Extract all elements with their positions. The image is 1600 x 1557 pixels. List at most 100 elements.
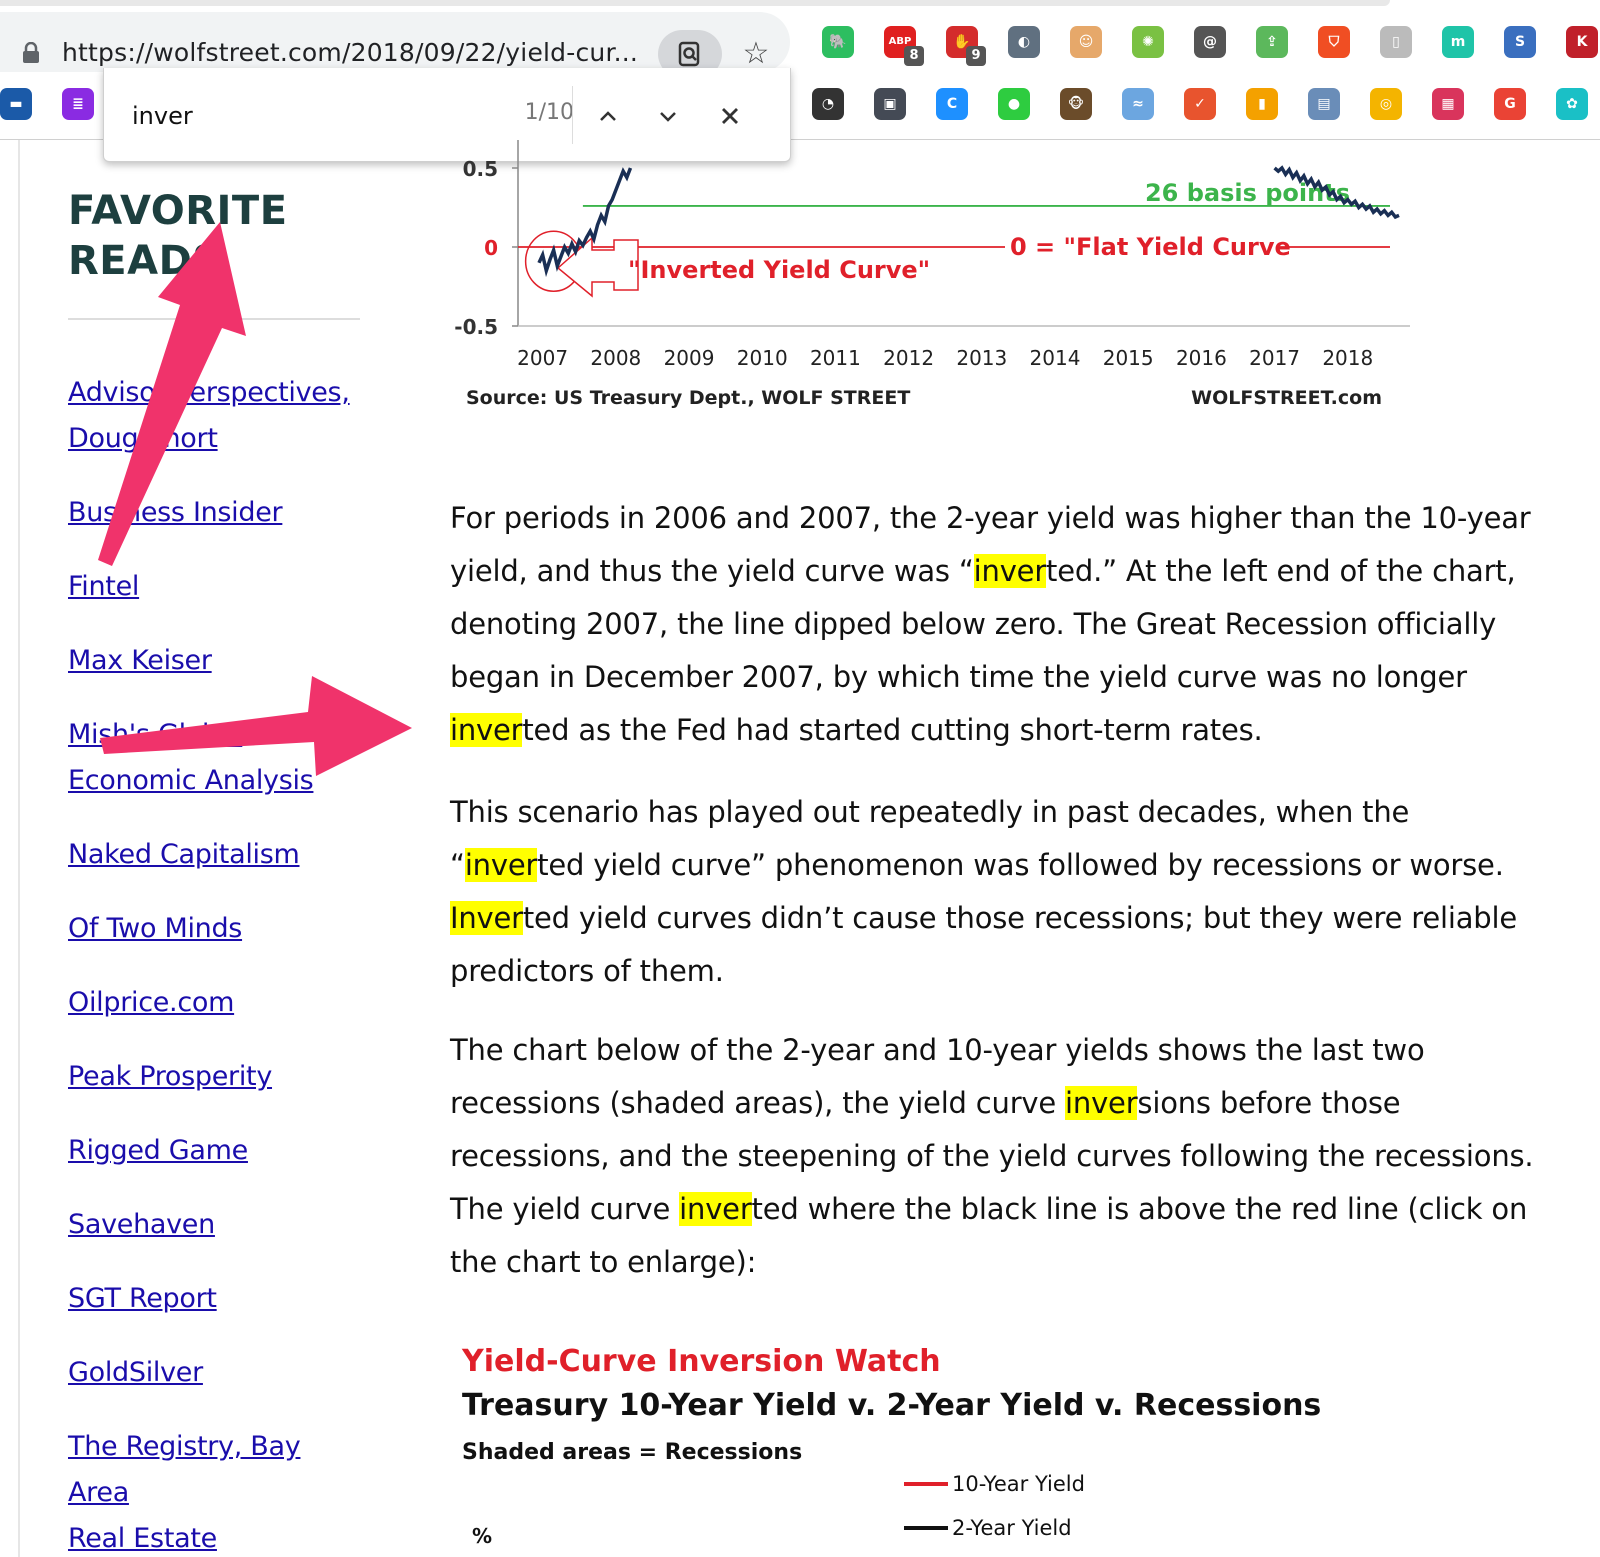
chrome-icon[interactable]: ◎: [1370, 88, 1402, 120]
find-divider: [572, 86, 573, 144]
color-wheel-icon[interactable]: ✺: [1132, 26, 1164, 58]
sidebar-link-text: Business Insider: [68, 497, 283, 528]
sidebar-title-line: FAVORITE: [68, 188, 288, 234]
check-icon[interactable]: ✓: [1184, 88, 1216, 120]
sidebar-link[interactable]: Naked Capitalism: [68, 832, 368, 878]
paragraph-text: ted as the Fed had started cutting short…: [522, 713, 1263, 747]
sidebar-link-text: Fintel: [68, 571, 140, 602]
x-tick-label: 2016: [1176, 346, 1227, 370]
sidebar-link-text: Peak Prosperity: [68, 1061, 273, 1092]
x-tick-label: 2009: [664, 346, 715, 370]
green-arrow-icon[interactable]: ⇪: [1256, 26, 1288, 58]
x-tick-label: 2018: [1322, 346, 1373, 370]
x-tick-label: 2014: [1030, 346, 1081, 370]
s-icon[interactable]: S: [1504, 26, 1536, 58]
legend-swatch: [904, 1526, 948, 1530]
sidebar-link[interactable]: Mish's Global Economic Analysis: [68, 712, 368, 804]
sidebar-link[interactable]: Peak Prosperity: [68, 1054, 368, 1100]
x-tick-label: 2010: [737, 346, 788, 370]
yield-spread-chart[interactable]: 0.5 0 -0.5 2007 2008 2009 2010 2011 2012 2013 2014…: [440, 140, 1420, 430]
bookmark-star-icon[interactable]: ☆: [738, 36, 774, 72]
sidebar-link[interactable]: Max Keiser: [68, 638, 368, 684]
y-axis-unit: %: [472, 1524, 493, 1548]
green-dot-icon[interactable]: ●: [998, 88, 1030, 120]
paragraph-text: ted yield curve” phenomenon was followed…: [537, 848, 1504, 882]
page-border: [18, 140, 20, 1557]
face-icon[interactable]: ☺: [1070, 26, 1102, 58]
x-tick-label: 2007: [517, 346, 568, 370]
find-close-button[interactable]: [708, 94, 752, 138]
sidebar-link-text: Doug Short: [68, 423, 218, 454]
teal-circle-icon[interactable]: m: [1442, 26, 1474, 58]
search-icon: [678, 41, 700, 67]
legend-swatch: [904, 1482, 948, 1486]
sidebar-link[interactable]: SGT Report: [68, 1276, 368, 1322]
x-tick-label: 2013: [956, 346, 1007, 370]
sidebar-link[interactable]: Oilprice.com: [68, 980, 368, 1026]
briefcase-icon[interactable]: ▤: [1308, 88, 1340, 120]
extension-badge: 9: [966, 46, 986, 66]
sidebar-link-text: Rigged Game: [68, 1135, 248, 1166]
sidebar-link-text: GoldSilver: [68, 1357, 203, 1388]
find-previous-button[interactable]: [586, 94, 630, 138]
document-icon[interactable]: ▯: [1380, 26, 1412, 58]
color-grid-icon[interactable]: ▦: [1432, 88, 1464, 120]
sidebar-link[interactable]: GoldSilver: [68, 1350, 368, 1396]
sidebar-link-text: Real Estate: [68, 1523, 217, 1554]
adblock-icon[interactable]: ABP 8: [884, 26, 924, 66]
sidebar-link[interactable]: Fintel: [68, 564, 368, 610]
legend-label: 10-Year Yield: [952, 1472, 1085, 1496]
half-moon-icon[interactable]: ◐: [1008, 26, 1040, 58]
url-text[interactable]: https://wolfstreet.com/2018/09/22/yield-…: [62, 38, 638, 67]
search-highlight: inver: [464, 848, 538, 882]
extension-badge: 8: [904, 46, 924, 66]
reference-line-label: 0 = "Flat Yield Curve: [1010, 233, 1291, 261]
find-next-button[interactable]: [646, 94, 690, 138]
chart-brand: WOLFSTREET.com: [1191, 387, 1382, 409]
sidebar-link-text: SGT Report: [68, 1283, 217, 1314]
bar-chart-icon[interactable]: ▮: [1246, 88, 1278, 120]
stop-hand-icon[interactable]: ✋ 9: [946, 26, 986, 66]
sidebar-link-text: Economic Analysis: [68, 765, 314, 796]
inversion-annotation: "Inverted Yield Curve": [628, 256, 930, 284]
find-input[interactable]: [132, 98, 462, 134]
mailchimp-icon[interactable]: 🐵: [1060, 88, 1092, 120]
save-icon[interactable]: ▣: [874, 88, 906, 120]
shield-icon[interactable]: ⛉: [1318, 26, 1350, 58]
chevron-up-icon: [600, 111, 616, 121]
y-tick-label: 0: [484, 236, 498, 260]
sidebar-link[interactable]: Savehaven: [68, 1202, 368, 1248]
search-highlight: inver: [1065, 1086, 1138, 1120]
address-bar[interactable]: https://wolfstreet.com/2018/09/22/yield-…: [0, 12, 790, 78]
sidebar-title: FAVORITE READS: [68, 186, 288, 286]
bank-icon[interactable]: ▬: [0, 88, 32, 120]
search-highlight: inver: [450, 713, 523, 747]
legend-item-10-year: 10-Year Yield: [904, 1472, 1085, 1496]
x-tick-label: 2012: [883, 346, 934, 370]
c-icon[interactable]: C: [936, 88, 968, 120]
search-highlight: inver: [973, 554, 1047, 588]
sidebar-link-text: The Registry, Bay Area: [68, 1431, 301, 1508]
rss-icon[interactable]: ≈: [1122, 88, 1154, 120]
close-icon: [722, 108, 738, 124]
swirl-icon[interactable]: ✿: [1556, 88, 1588, 120]
sidebar-link[interactable]: The Registry, Bay Area Real Estate: [68, 1424, 368, 1557]
gauge-icon[interactable]: ◔: [812, 88, 844, 120]
evernote-icon[interactable]: 🐘: [822, 26, 854, 58]
chart-title: Yield-Curve Inversion Watch: [462, 1344, 941, 1379]
legend-label: 2-Year Yield: [952, 1516, 1072, 1540]
sidebar-link[interactable]: Of Two Minds: [68, 906, 368, 952]
at-sign-icon[interactable]: @: [1194, 26, 1226, 58]
sidebar-divider: [68, 318, 360, 320]
chart-subtitle: Treasury 10-Year Yield v. 2-Year Yield v…: [462, 1388, 1322, 1423]
sidebar-link[interactable]: Rigged Game: [68, 1128, 368, 1174]
k-icon[interactable]: K: [1566, 26, 1598, 58]
lock-icon: [23, 42, 39, 63]
sidebar-link-text: Mish's Global: [68, 719, 243, 750]
chevron-down-icon: [660, 112, 676, 122]
sidebar-link[interactable]: Business Insider: [68, 490, 368, 536]
sidebar-link[interactable]: Advisor Perspectives, Doug Short: [68, 370, 368, 462]
g-icon[interactable]: G: [1494, 88, 1526, 120]
search-highlight: inver: [679, 1192, 752, 1226]
list-icon[interactable]: ≣: [62, 88, 94, 120]
